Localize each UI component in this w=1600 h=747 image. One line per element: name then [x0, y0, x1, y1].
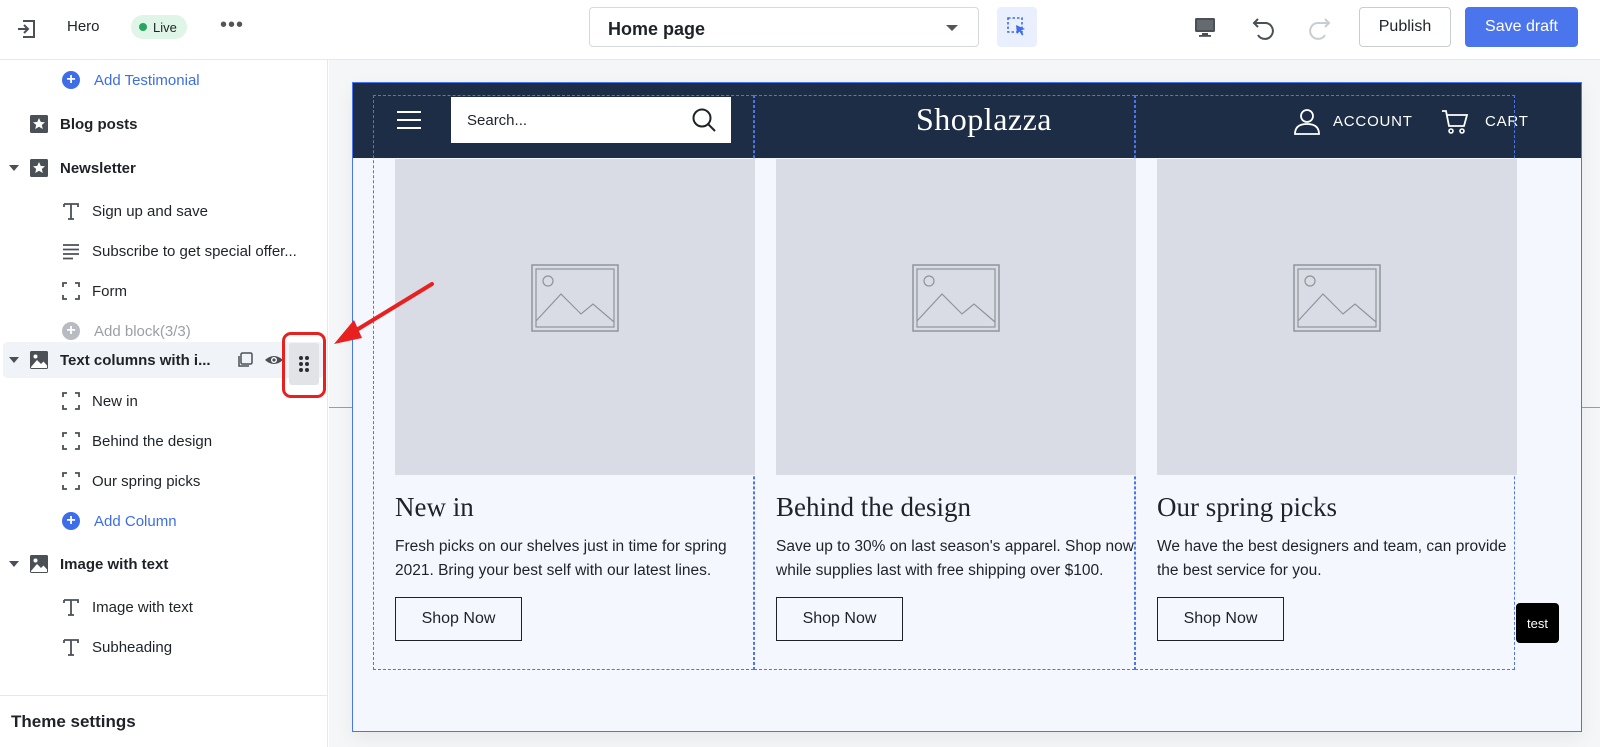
shop-now-button[interactable]: Shop Now	[1157, 597, 1284, 641]
sidebar-block-image-with-text[interactable]: Image with text	[0, 589, 327, 625]
sidebar-item-label: Subheading	[92, 638, 173, 656]
sidebar-item-blog-posts[interactable]: Blog posts	[0, 106, 327, 142]
sidebar-item-label: Subscribe to get special offer...	[92, 242, 297, 260]
store-preview: Search... Shoplazza ACCOUNT CART New in …	[352, 82, 1582, 732]
add-block-label: Add block(3/3)	[94, 322, 191, 340]
column-image-placeholder	[1157, 159, 1517, 475]
column-title: Our spring picks	[1157, 492, 1337, 522]
add-column-label: Add Column	[94, 512, 177, 530]
column-text: Save up to 30% on last season's apparel.…	[776, 538, 1134, 579]
theme-settings-label: Theme settings	[11, 712, 136, 731]
chevron-down-icon[interactable]	[9, 165, 19, 171]
add-column-button[interactable]: + Add Column	[0, 503, 327, 539]
section-tools	[236, 351, 284, 369]
live-badge-label: Live	[153, 19, 177, 35]
publish-button[interactable]: Publish	[1359, 7, 1451, 47]
desktop-view-icon[interactable]	[1193, 15, 1217, 44]
sidebar-item-label: Blog posts	[60, 115, 138, 133]
eye-icon[interactable]	[264, 351, 284, 369]
paragraph-icon	[60, 240, 82, 262]
column-title: New in	[395, 492, 474, 522]
sidebar-block-subheading[interactable]: Subheading	[0, 629, 327, 665]
image-placeholder-icon	[912, 264, 1000, 332]
frame-icon	[60, 430, 82, 452]
preview-canvas: Search... Shoplazza ACCOUNT CART New in …	[329, 60, 1600, 747]
sidebar-item-image-with-text[interactable]: Image with text	[0, 546, 327, 582]
cursor-select-icon	[1007, 17, 1025, 36]
frame-icon	[60, 470, 82, 492]
more-options-icon[interactable]: •••	[220, 14, 244, 37]
live-dot-icon	[139, 23, 147, 31]
sidebar-item-label: Behind the design	[92, 432, 213, 450]
select-element-tool[interactable]	[997, 7, 1037, 47]
text-icon	[60, 636, 82, 658]
sidebar-item-label: Our spring picks	[92, 472, 201, 490]
sidebar-block-form[interactable]: Form	[0, 273, 327, 309]
text-column[interactable]: Behind the design Save up to 30% on last…	[776, 159, 1136, 641]
column-image-placeholder	[776, 159, 1136, 475]
duplicate-icon[interactable]	[236, 351, 254, 369]
column-title: Behind the design	[776, 492, 971, 522]
frame-icon	[60, 280, 82, 302]
sidebar-item-label: Form	[92, 282, 127, 300]
sidebar-block-subscribe[interactable]: Subscribe to get special offer...	[0, 233, 327, 269]
shop-now-button[interactable]: Shop Now	[395, 597, 522, 641]
annotation-arrow-icon	[334, 282, 434, 344]
add-testimonial-label: Add Testimonial	[94, 71, 200, 89]
column-text: Fresh picks on our shelves just in time …	[395, 538, 727, 579]
live-badge: Live	[131, 15, 187, 39]
star-icon	[28, 157, 50, 179]
star-icon	[28, 113, 50, 135]
column-text: We have the best designers and team, can…	[1157, 538, 1507, 579]
image-icon	[28, 349, 50, 371]
image-placeholder-icon	[1293, 264, 1381, 332]
sidebar-item-newsletter[interactable]: Newsletter	[0, 150, 327, 186]
add-testimonial-button[interactable]: + Add Testimonial	[0, 62, 327, 98]
image-icon	[28, 553, 50, 575]
sidebar-item-label: New in	[92, 392, 138, 410]
sidebar-item-label: Newsletter	[60, 159, 136, 177]
text-icon	[60, 596, 82, 618]
sidebar-block-sign-up[interactable]: Sign up and save	[0, 193, 327, 229]
chevron-down-icon	[946, 25, 958, 31]
drag-handle[interactable]	[289, 343, 319, 385]
exit-icon[interactable]	[14, 16, 40, 42]
frame-icon	[60, 390, 82, 412]
theme-settings-button[interactable]: Theme settings	[0, 695, 327, 747]
sidebar: + Add Testimonial Blog posts Newsletter …	[0, 60, 328, 747]
page-selector[interactable]: Home page	[589, 7, 979, 47]
sidebar-item-label: Sign up and save	[92, 202, 208, 220]
plus-icon: +	[62, 322, 80, 340]
shop-now-button[interactable]: Shop Now	[776, 597, 903, 641]
text-icon	[60, 200, 82, 222]
sidebar-item-label: Image with text	[92, 598, 193, 616]
section-title: Hero	[67, 18, 100, 35]
sidebar-block-spring-picks[interactable]: Our spring picks	[0, 463, 327, 499]
plus-icon: +	[62, 71, 80, 89]
tooltip: test	[1516, 603, 1559, 643]
sidebar-item-text-columns[interactable]: Text columns with i...	[3, 342, 323, 378]
text-column[interactable]: Our spring picks We have the best design…	[1157, 159, 1517, 641]
undo-icon[interactable]	[1250, 13, 1278, 46]
top-bar: Hero Live ••• Home page Publish Save dra…	[0, 0, 1600, 60]
sidebar-block-new-in[interactable]: New in	[0, 383, 327, 419]
page-selector-value: Home page	[608, 19, 706, 39]
redo-icon[interactable]	[1305, 13, 1333, 46]
image-placeholder-icon	[531, 264, 619, 332]
column-image-placeholder	[395, 159, 755, 475]
save-draft-button[interactable]: Save draft	[1465, 7, 1578, 47]
chevron-down-icon[interactable]	[9, 561, 19, 567]
plus-icon: +	[62, 512, 80, 530]
sidebar-item-label: Image with text	[60, 555, 169, 573]
chevron-down-icon[interactable]	[9, 357, 19, 363]
sidebar-item-label: Text columns with i...	[60, 351, 211, 369]
sidebar-block-behind-design[interactable]: Behind the design	[0, 423, 327, 459]
drag-dots-icon	[299, 356, 309, 372]
text-column[interactable]: New in Fresh picks on our shelves just i…	[395, 159, 755, 641]
